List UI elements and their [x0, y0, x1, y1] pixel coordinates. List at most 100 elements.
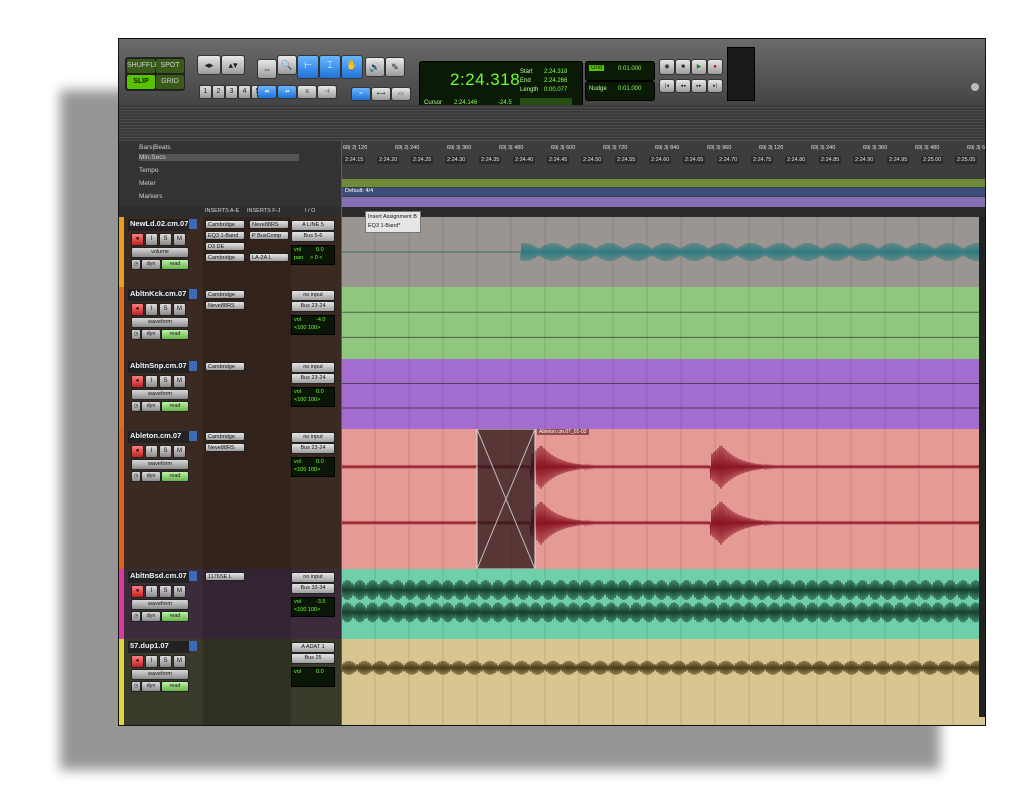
zoom-preset-1[interactable]: 1	[199, 85, 212, 99]
nudge-value[interactable]: 0:01.000	[618, 86, 641, 92]
track-timebase-icon[interactable]: ◷	[131, 401, 141, 412]
dyn-button[interactable]: dyn	[141, 329, 161, 340]
pan-value[interactable]: <100 100>	[294, 467, 320, 473]
track-name[interactable]: NewLd.02.cm.07	[128, 219, 190, 231]
spot-mode-button[interactable]: SPOT	[156, 59, 184, 73]
io-selector[interactable]: no input	[291, 362, 335, 373]
markers-ruler[interactable]	[341, 197, 985, 207]
zoomer-mode-icon[interactable]: ⇔	[257, 59, 277, 79]
io-selector[interactable]: Bus 25	[291, 653, 335, 664]
io-selector[interactable]: A ADAT 1	[291, 642, 335, 653]
volume-value[interactable]: -3.5	[316, 599, 325, 605]
automation-mode-selector[interactable]: read	[161, 401, 189, 412]
link-timeline-icon[interactable]: ⇹	[257, 85, 277, 99]
track-lane[interactable]	[341, 569, 985, 640]
min-secs-label[interactable]: Min:Secs	[139, 154, 299, 161]
solo-button[interactable]: S	[159, 375, 172, 388]
automation-mode-selector[interactable]: read	[161, 471, 189, 482]
volume-value[interactable]: 0.0	[316, 389, 324, 395]
slip-mode-button[interactable]: SLIP	[127, 75, 155, 89]
io-selector[interactable]: no input	[291, 572, 335, 583]
record-enable-button[interactable]: ●	[131, 233, 144, 246]
input-monitor-button[interactable]: I	[145, 375, 158, 388]
markers-label[interactable]: Markers	[139, 193, 162, 200]
volume-value[interactable]: 0.0	[316, 459, 324, 465]
track-view-selector[interactable]: waveform	[131, 389, 189, 400]
dyn-button[interactable]: dyn	[141, 611, 161, 622]
insert-slot-a[interactable]: 1176SE L	[205, 572, 245, 581]
track-view-selector[interactable]: waveform	[131, 599, 189, 610]
universe-overview[interactable]	[119, 105, 985, 142]
tab-to-transients-icon[interactable]: ⊣	[317, 85, 337, 99]
tempo-ruler[interactable]	[341, 179, 985, 187]
insert-slot-a[interactable]: EQ3 1-Band	[205, 231, 245, 240]
meter-ruler[interactable]: Default: 4/4	[341, 188, 985, 196]
main-counter-value[interactable]: 2:24.318	[450, 70, 520, 90]
input-monitor-button[interactable]: I	[145, 655, 158, 668]
track-header[interactable]: Ableton.cm.07 ● I S Mwaveform ◷ dyn read Cambrid…	[119, 429, 341, 570]
track-view-selector[interactable]: waveform	[131, 669, 189, 680]
fast-forward-icon[interactable]: ▸▸	[691, 79, 707, 93]
track-name[interactable]: AbltnKck.cm.07	[128, 289, 190, 301]
solo-button[interactable]: S	[159, 585, 172, 598]
io-selector[interactable]: Bus 33-34	[291, 583, 335, 594]
solo-button[interactable]: S	[159, 303, 172, 316]
track-view-selector[interactable]: volume	[131, 247, 189, 258]
track-name[interactable]: 57.dup1.07	[128, 641, 190, 653]
track-lane[interactable]	[341, 359, 985, 430]
pan-value[interactable]: <100 100>	[294, 397, 320, 403]
mute-button[interactable]: M	[173, 375, 186, 388]
record-enable-button[interactable]: ●	[131, 585, 144, 598]
io-selector[interactable]: Bus 23-24	[291, 443, 335, 454]
automation-mode-selector[interactable]: read	[161, 611, 189, 622]
track-header[interactable]: 57.dup1.07 ● I S Mwaveform ◷ dyn read A ADAT 1 Bu…	[119, 639, 341, 725]
track-lane[interactable]: Ableton.cm.07_01-02	[341, 429, 985, 570]
insert-slot-a[interactable]: Cambridge	[205, 220, 245, 229]
track-name[interactable]: AbltnSnp.cm.07	[128, 361, 190, 373]
return-to-zero-icon[interactable]: |◂	[659, 79, 675, 93]
start-value[interactable]: 2:24.318	[544, 69, 567, 75]
input-monitor-button[interactable]: I	[145, 303, 158, 316]
shuffle-mode-button[interactable]: SHUFFLE	[127, 59, 159, 73]
dyn-button[interactable]: dyn	[141, 681, 161, 692]
solo-button[interactable]: S	[159, 445, 172, 458]
insert-slot-b[interactable]: Neve88RS	[249, 220, 289, 229]
track-header[interactable]: AbltnKck.cm.07 ● I S Mwaveform ◷ dyn read Cambri…	[119, 287, 341, 360]
track-header[interactable]: AbltnSnp.cm.07 ● I S Mwaveform ◷ dyn read Cambri…	[119, 359, 341, 430]
bars-beats-label[interactable]: Bars|Beats	[139, 144, 171, 151]
io-selector[interactable]: no input	[291, 432, 335, 443]
io-selector[interactable]: Bus 23-24	[291, 301, 335, 312]
play-icon[interactable]: ▶	[691, 59, 707, 75]
solo-button[interactable]: S	[159, 233, 172, 246]
automation-mode-selector[interactable]: read	[161, 329, 189, 340]
grid-label[interactable]: Grid	[589, 65, 605, 71]
stop-icon[interactable]: ■	[675, 59, 691, 75]
insert-slot-a[interactable]: Neve88RS	[205, 301, 245, 310]
track-color-swatch[interactable]	[189, 361, 197, 371]
go-to-end-icon[interactable]: ▸|	[707, 79, 723, 93]
track-timebase-icon[interactable]: ◷	[131, 329, 141, 340]
mute-button[interactable]: M	[173, 233, 186, 246]
io-selector[interactable]: Bus 23-24	[291, 373, 335, 384]
mute-button[interactable]: M	[173, 445, 186, 458]
grid-mode-button[interactable]: GRID	[156, 75, 184, 89]
insert-slot-a[interactable]: Cambridge	[205, 290, 245, 299]
nudge-label[interactable]: Nudge	[589, 86, 607, 92]
link-track-edit-icon[interactable]: ⇸	[277, 85, 297, 99]
track-header[interactable]: AbltnBsd.cm.07 ● I S Mwaveform ◷ dyn read 1176SE…	[119, 569, 341, 640]
record-enable-button[interactable]: ●	[131, 375, 144, 388]
dyn-button[interactable]: dyn	[141, 401, 161, 412]
window-menu-icon[interactable]	[971, 83, 979, 91]
dyn-button[interactable]: dyn	[141, 471, 161, 482]
selector-tool-icon[interactable]: ⌶	[319, 55, 341, 79]
volume-value[interactable]: -4.0	[316, 317, 325, 323]
vertical-scrollbar[interactable]	[979, 217, 985, 717]
timeline-rulers[interactable]: 68| 2| 120 69| 2| 240 69| 3| 360 69| 3| 480…	[341, 141, 985, 207]
input-monitor-button[interactable]: I	[145, 585, 158, 598]
tempo-label[interactable]: Tempo	[139, 167, 159, 174]
track-color-swatch[interactable]	[189, 219, 197, 229]
track-lane[interactable]	[341, 639, 985, 725]
track-lane[interactable]	[341, 287, 985, 360]
io-selector[interactable]: A LINE 5	[291, 220, 335, 231]
zoom-vertical-button[interactable]: ▴▾	[221, 55, 245, 75]
